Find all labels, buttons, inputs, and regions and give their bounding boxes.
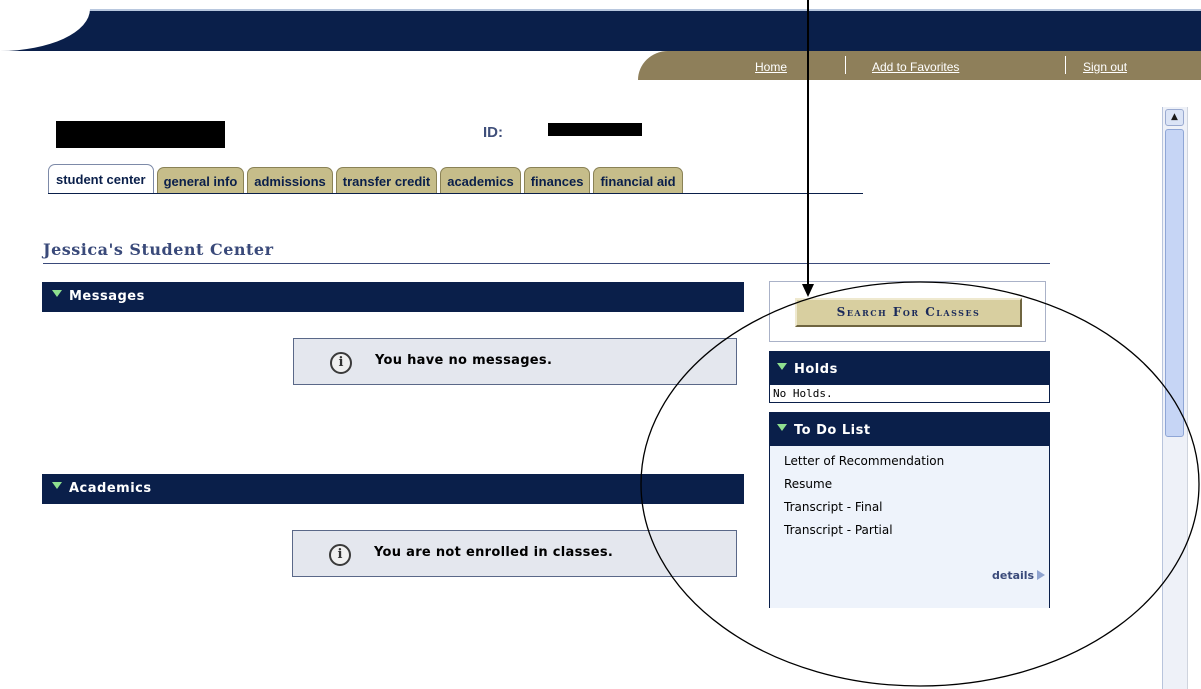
home-link[interactable]: Home xyxy=(755,60,787,74)
messages-heading: Messages xyxy=(69,289,145,304)
academics-section-header[interactable]: Academics xyxy=(42,474,744,504)
header-link-separator xyxy=(1065,56,1066,74)
holds-heading: Holds xyxy=(794,362,838,377)
vertical-scrollbar[interactable]: ▲ xyxy=(1162,107,1187,689)
messages-info-text: You have no messages. xyxy=(375,353,553,368)
expand-triangle-icon xyxy=(52,482,62,489)
window-edge xyxy=(1187,107,1201,689)
add-to-favorites-link[interactable]: Add to Favorites xyxy=(872,60,959,74)
info-icon: i xyxy=(330,352,352,374)
info-icon: i xyxy=(329,544,351,566)
tab-finances[interactable]: finances xyxy=(523,167,591,194)
todo-header[interactable]: To Do List xyxy=(769,412,1050,446)
page-title: Jessica's Student Center xyxy=(43,240,274,259)
holds-header[interactable]: Holds xyxy=(769,351,1050,384)
todo-item[interactable]: Resume xyxy=(784,477,832,491)
tab-academics[interactable]: academics xyxy=(440,167,521,194)
tab-transfer-credit[interactable]: transfer credit xyxy=(335,167,438,194)
id-label: ID: xyxy=(483,124,503,141)
sign-out-link[interactable]: Sign out xyxy=(1083,60,1127,74)
todo-item[interactable]: Transcript - Partial xyxy=(784,523,893,537)
search-for-classes-button[interactable]: Search For Classes xyxy=(795,298,1022,327)
academics-info-text: You are not enrolled in classes. xyxy=(374,545,614,560)
messages-section-header[interactable]: Messages xyxy=(42,282,744,312)
expand-triangle-icon xyxy=(52,290,62,297)
expand-triangle-icon xyxy=(777,424,787,431)
todo-details-link[interactable]: details xyxy=(992,569,1046,582)
academics-info-box: i You are not enrolled in classes. xyxy=(292,530,737,577)
tab-general-info[interactable]: general info xyxy=(156,167,245,194)
header-top-line xyxy=(0,9,1201,11)
header-band xyxy=(0,9,1201,51)
play-arrow-icon xyxy=(1037,570,1046,580)
academics-heading: Academics xyxy=(69,481,152,496)
tab-bar: student center general info admissions t… xyxy=(48,164,686,194)
student-name-redacted xyxy=(56,121,225,148)
tab-admissions[interactable]: admissions xyxy=(247,167,333,194)
student-id-redacted xyxy=(548,123,642,136)
expand-triangle-icon xyxy=(777,363,787,370)
scroll-up-arrow-icon[interactable]: ▲ xyxy=(1165,109,1184,126)
holds-content: No Holds. xyxy=(769,384,1050,403)
tab-student-center[interactable]: student center xyxy=(48,164,154,194)
title-divider xyxy=(43,263,1050,264)
tab-financial-aid[interactable]: financial aid xyxy=(593,167,683,194)
todo-list: Letter of Recommendation Resume Transcri… xyxy=(769,446,1050,608)
scroll-thumb[interactable] xyxy=(1165,129,1184,437)
tab-underline xyxy=(48,193,863,194)
todo-item[interactable]: Letter of Recommendation xyxy=(784,454,944,468)
header-link-separator xyxy=(845,56,846,74)
todo-item[interactable]: Transcript - Final xyxy=(784,500,883,514)
todo-heading: To Do List xyxy=(794,423,871,438)
messages-info-box: i You have no messages. xyxy=(293,338,737,385)
details-label: details xyxy=(992,569,1035,582)
